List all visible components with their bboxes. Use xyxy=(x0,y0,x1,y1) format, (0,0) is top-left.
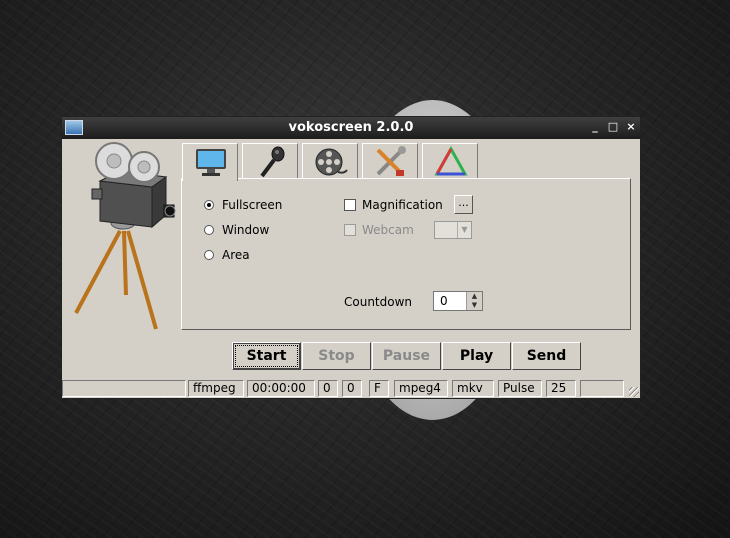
status-format: mkv xyxy=(452,380,494,397)
tab-screen[interactable] xyxy=(182,143,238,181)
stop-button[interactable]: Stop xyxy=(302,342,371,370)
monitor-icon xyxy=(196,149,226,176)
fullscreen-radio[interactable] xyxy=(204,200,214,210)
window-radio[interactable] xyxy=(204,225,214,235)
status-spacer-segment xyxy=(580,380,624,397)
area-radio[interactable] xyxy=(204,250,214,260)
window-label[interactable]: Window xyxy=(222,223,269,237)
fullscreen-label[interactable]: Fullscreen xyxy=(222,198,282,212)
tab-audio[interactable] xyxy=(242,143,298,179)
tab-pane-screen: Fullscreen Window Area Magnification ...… xyxy=(181,178,631,330)
status-audio: Pulse xyxy=(498,380,542,397)
status-codec: mpeg4 xyxy=(394,380,448,397)
vokoscreen-window: vokoscreen 2.0.0 _ □ × Fullscreen Window… xyxy=(61,116,641,399)
chevron-down-icon: ▼ xyxy=(457,222,471,238)
magnification-settings-button[interactable]: ... xyxy=(454,195,473,214)
countdown-spinbox[interactable]: 0 ▲ ▼ xyxy=(433,291,483,311)
status-value-2: 0 xyxy=(342,380,362,397)
area-label[interactable]: Area xyxy=(222,248,250,262)
send-button[interactable]: Send xyxy=(512,342,581,370)
status-mode: F xyxy=(369,380,389,397)
countdown-label: Countdown xyxy=(344,295,413,309)
status-bar: ffmpeg 00:00:00 0 0 F mpeg4 mkv Pulse 25 xyxy=(62,379,640,398)
status-empty-segment xyxy=(62,380,186,397)
tab-video[interactable] xyxy=(302,143,358,179)
webcam-select[interactable]: ▼ xyxy=(434,221,472,239)
status-fps: 25 xyxy=(546,380,576,397)
tab-settings[interactable] xyxy=(362,143,418,179)
tab-about[interactable] xyxy=(422,143,478,179)
status-time: 00:00:00 xyxy=(247,380,315,397)
triangle-logo-icon xyxy=(434,146,468,176)
magnification-checkbox[interactable] xyxy=(344,199,356,211)
camera-mascot-icon xyxy=(74,142,176,330)
start-button[interactable]: Start xyxy=(232,342,301,370)
title-bar[interactable]: vokoscreen 2.0.0 _ □ × xyxy=(62,117,640,139)
countdown-value[interactable]: 0 xyxy=(440,294,448,308)
play-button[interactable]: Play xyxy=(442,342,511,370)
status-encoder: ffmpeg xyxy=(188,380,244,397)
spin-down-icon[interactable]: ▼ xyxy=(467,301,482,310)
close-button[interactable]: × xyxy=(624,120,638,134)
microphone-icon xyxy=(260,146,285,178)
webcam-label: Webcam xyxy=(362,223,414,237)
webcam-checkbox[interactable] xyxy=(344,224,356,236)
window-title: vokoscreen 2.0.0 xyxy=(288,120,414,135)
resize-grip[interactable] xyxy=(629,387,639,397)
film-reel-icon xyxy=(315,148,348,176)
maximize-button[interactable]: □ xyxy=(606,120,620,134)
tools-icon xyxy=(376,146,406,176)
pause-button[interactable]: Pause xyxy=(372,342,441,370)
minimize-button[interactable]: _ xyxy=(588,120,602,134)
status-value-1: 0 xyxy=(318,380,338,397)
magnification-label[interactable]: Magnification xyxy=(362,198,443,212)
spin-up-icon[interactable]: ▲ xyxy=(467,292,482,301)
